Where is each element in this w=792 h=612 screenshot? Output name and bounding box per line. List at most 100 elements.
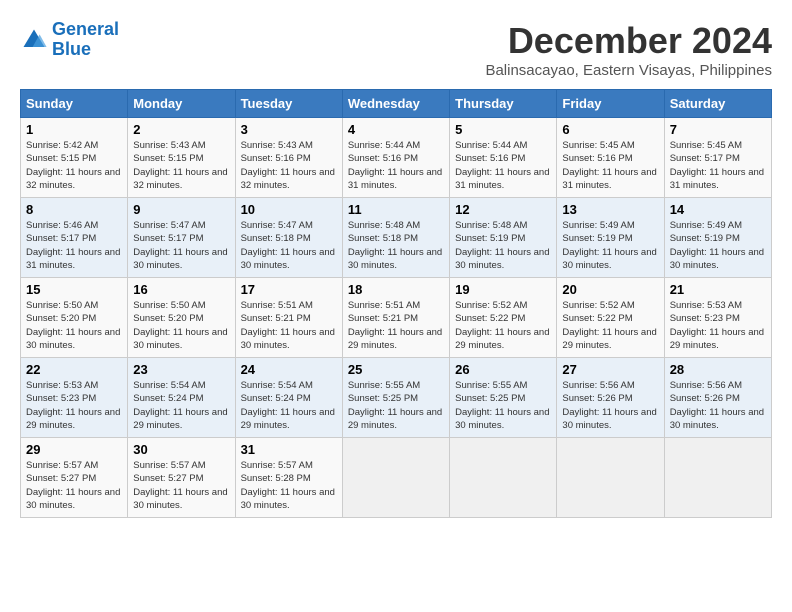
day-info: Sunrise: 5:53 AM Sunset: 5:23 PM Dayligh…: [26, 379, 122, 432]
calendar-cell: 16 Sunrise: 5:50 AM Sunset: 5:20 PM Dayl…: [128, 278, 235, 358]
day-info: Sunrise: 5:44 AM Sunset: 5:16 PM Dayligh…: [455, 139, 551, 192]
day-info: Sunrise: 5:47 AM Sunset: 5:17 PM Dayligh…: [133, 219, 229, 272]
calendar-week: 29 Sunrise: 5:57 AM Sunset: 5:27 PM Dayl…: [21, 438, 772, 518]
day-info: Sunrise: 5:45 AM Sunset: 5:17 PM Dayligh…: [670, 139, 766, 192]
day-number: 14: [670, 202, 766, 217]
day-number: 5: [455, 122, 551, 137]
day-info: Sunrise: 5:56 AM Sunset: 5:26 PM Dayligh…: [670, 379, 766, 432]
day-info: Sunrise: 5:49 AM Sunset: 5:19 PM Dayligh…: [562, 219, 658, 272]
calendar-cell: 29 Sunrise: 5:57 AM Sunset: 5:27 PM Dayl…: [21, 438, 128, 518]
calendar-cell: 10 Sunrise: 5:47 AM Sunset: 5:18 PM Dayl…: [235, 198, 342, 278]
day-number: 12: [455, 202, 551, 217]
weekday-header: Saturday: [664, 90, 771, 118]
day-info: Sunrise: 5:45 AM Sunset: 5:16 PM Dayligh…: [562, 139, 658, 192]
calendar-cell: 26 Sunrise: 5:55 AM Sunset: 5:25 PM Dayl…: [450, 358, 557, 438]
logo: General Blue: [20, 20, 119, 60]
calendar-week: 22 Sunrise: 5:53 AM Sunset: 5:23 PM Dayl…: [21, 358, 772, 438]
weekday-header: Monday: [128, 90, 235, 118]
calendar-cell: 1 Sunrise: 5:42 AM Sunset: 5:15 PM Dayli…: [21, 118, 128, 198]
logo-icon: [20, 26, 48, 54]
day-info: Sunrise: 5:55 AM Sunset: 5:25 PM Dayligh…: [348, 379, 444, 432]
day-number: 11: [348, 202, 444, 217]
calendar-cell: [450, 438, 557, 518]
day-info: Sunrise: 5:54 AM Sunset: 5:24 PM Dayligh…: [241, 379, 337, 432]
calendar-cell: 14 Sunrise: 5:49 AM Sunset: 5:19 PM Dayl…: [664, 198, 771, 278]
day-info: Sunrise: 5:56 AM Sunset: 5:26 PM Dayligh…: [562, 379, 658, 432]
weekday-header: Friday: [557, 90, 664, 118]
day-info: Sunrise: 5:57 AM Sunset: 5:27 PM Dayligh…: [26, 459, 122, 512]
calendar-cell: 18 Sunrise: 5:51 AM Sunset: 5:21 PM Dayl…: [342, 278, 449, 358]
day-info: Sunrise: 5:51 AM Sunset: 5:21 PM Dayligh…: [241, 299, 337, 352]
day-number: 29: [26, 442, 122, 457]
calendar-cell: 13 Sunrise: 5:49 AM Sunset: 5:19 PM Dayl…: [557, 198, 664, 278]
calendar-cell: 11 Sunrise: 5:48 AM Sunset: 5:18 PM Dayl…: [342, 198, 449, 278]
day-number: 22: [26, 362, 122, 377]
day-number: 16: [133, 282, 229, 297]
day-number: 6: [562, 122, 658, 137]
weekday-header: Tuesday: [235, 90, 342, 118]
calendar-cell: 15 Sunrise: 5:50 AM Sunset: 5:20 PM Dayl…: [21, 278, 128, 358]
day-number: 2: [133, 122, 229, 137]
calendar-cell: 27 Sunrise: 5:56 AM Sunset: 5:26 PM Dayl…: [557, 358, 664, 438]
calendar-cell: [342, 438, 449, 518]
day-number: 26: [455, 362, 551, 377]
day-info: Sunrise: 5:50 AM Sunset: 5:20 PM Dayligh…: [133, 299, 229, 352]
calendar-cell: 25 Sunrise: 5:55 AM Sunset: 5:25 PM Dayl…: [342, 358, 449, 438]
day-number: 13: [562, 202, 658, 217]
calendar-week: 8 Sunrise: 5:46 AM Sunset: 5:17 PM Dayli…: [21, 198, 772, 278]
day-info: Sunrise: 5:52 AM Sunset: 5:22 PM Dayligh…: [455, 299, 551, 352]
day-number: 28: [670, 362, 766, 377]
calendar-cell: 21 Sunrise: 5:53 AM Sunset: 5:23 PM Dayl…: [664, 278, 771, 358]
calendar-cell: [664, 438, 771, 518]
weekday-header: Sunday: [21, 90, 128, 118]
calendar-table: SundayMondayTuesdayWednesdayThursdayFrid…: [20, 89, 772, 518]
calendar-cell: 24 Sunrise: 5:54 AM Sunset: 5:24 PM Dayl…: [235, 358, 342, 438]
calendar-cell: 7 Sunrise: 5:45 AM Sunset: 5:17 PM Dayli…: [664, 118, 771, 198]
calendar-cell: 19 Sunrise: 5:52 AM Sunset: 5:22 PM Dayl…: [450, 278, 557, 358]
day-info: Sunrise: 5:52 AM Sunset: 5:22 PM Dayligh…: [562, 299, 658, 352]
day-number: 21: [670, 282, 766, 297]
day-number: 4: [348, 122, 444, 137]
calendar-week: 15 Sunrise: 5:50 AM Sunset: 5:20 PM Dayl…: [21, 278, 772, 358]
day-info: Sunrise: 5:50 AM Sunset: 5:20 PM Dayligh…: [26, 299, 122, 352]
day-info: Sunrise: 5:57 AM Sunset: 5:28 PM Dayligh…: [241, 459, 337, 512]
day-number: 7: [670, 122, 766, 137]
day-info: Sunrise: 5:47 AM Sunset: 5:18 PM Dayligh…: [241, 219, 337, 272]
weekday-header: Wednesday: [342, 90, 449, 118]
calendar-cell: 23 Sunrise: 5:54 AM Sunset: 5:24 PM Dayl…: [128, 358, 235, 438]
day-info: Sunrise: 5:53 AM Sunset: 5:23 PM Dayligh…: [670, 299, 766, 352]
calendar-cell: 12 Sunrise: 5:48 AM Sunset: 5:19 PM Dayl…: [450, 198, 557, 278]
day-number: 27: [562, 362, 658, 377]
day-info: Sunrise: 5:57 AM Sunset: 5:27 PM Dayligh…: [133, 459, 229, 512]
calendar-cell: 28 Sunrise: 5:56 AM Sunset: 5:26 PM Dayl…: [664, 358, 771, 438]
day-number: 19: [455, 282, 551, 297]
calendar-cell: 9 Sunrise: 5:47 AM Sunset: 5:17 PM Dayli…: [128, 198, 235, 278]
day-number: 1: [26, 122, 122, 137]
day-info: Sunrise: 5:46 AM Sunset: 5:17 PM Dayligh…: [26, 219, 122, 272]
calendar-cell: 4 Sunrise: 5:44 AM Sunset: 5:16 PM Dayli…: [342, 118, 449, 198]
logo-text: General Blue: [52, 20, 119, 60]
calendar-cell: 8 Sunrise: 5:46 AM Sunset: 5:17 PM Dayli…: [21, 198, 128, 278]
calendar-cell: 30 Sunrise: 5:57 AM Sunset: 5:27 PM Dayl…: [128, 438, 235, 518]
day-info: Sunrise: 5:43 AM Sunset: 5:15 PM Dayligh…: [133, 139, 229, 192]
weekday-header: Thursday: [450, 90, 557, 118]
location-title: Balinsacayao, Eastern Visayas, Philippin…: [485, 62, 772, 79]
page-header: General Blue December 2024 Balinsacayao,…: [20, 20, 772, 79]
day-number: 31: [241, 442, 337, 457]
day-info: Sunrise: 5:42 AM Sunset: 5:15 PM Dayligh…: [26, 139, 122, 192]
day-number: 3: [241, 122, 337, 137]
day-info: Sunrise: 5:54 AM Sunset: 5:24 PM Dayligh…: [133, 379, 229, 432]
calendar-cell: 20 Sunrise: 5:52 AM Sunset: 5:22 PM Dayl…: [557, 278, 664, 358]
day-number: 18: [348, 282, 444, 297]
calendar-cell: [557, 438, 664, 518]
day-number: 10: [241, 202, 337, 217]
day-info: Sunrise: 5:48 AM Sunset: 5:18 PM Dayligh…: [348, 219, 444, 272]
calendar-cell: 6 Sunrise: 5:45 AM Sunset: 5:16 PM Dayli…: [557, 118, 664, 198]
month-title: December 2024: [485, 20, 772, 62]
day-info: Sunrise: 5:51 AM Sunset: 5:21 PM Dayligh…: [348, 299, 444, 352]
day-number: 24: [241, 362, 337, 377]
calendar-header: SundayMondayTuesdayWednesdayThursdayFrid…: [21, 90, 772, 118]
calendar-cell: 2 Sunrise: 5:43 AM Sunset: 5:15 PM Dayli…: [128, 118, 235, 198]
day-info: Sunrise: 5:44 AM Sunset: 5:16 PM Dayligh…: [348, 139, 444, 192]
title-block: December 2024 Balinsacayao, Eastern Visa…: [485, 20, 772, 79]
